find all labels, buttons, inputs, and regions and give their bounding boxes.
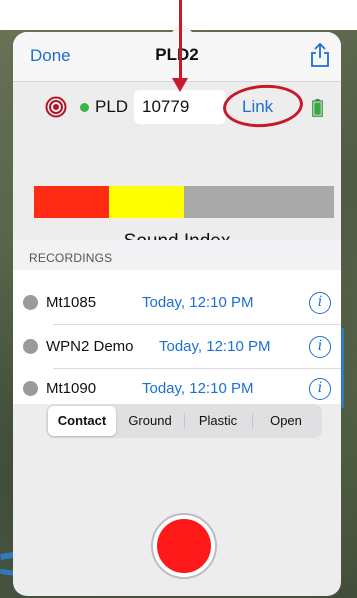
surface-segmented-control: Contact Ground Plastic Open [46, 404, 322, 438]
pld-label: PLD [95, 97, 129, 116]
sound-index-segment [184, 186, 334, 218]
target-icon [45, 96, 67, 118]
info-icon[interactable]: i [309, 292, 331, 314]
recording-status-dot [23, 381, 38, 396]
battery-icon [312, 99, 323, 117]
record-button[interactable] [151, 513, 217, 579]
segment-ground[interactable]: Ground [116, 406, 184, 436]
record-icon [157, 519, 211, 573]
recording-time: Today, 12:10 PM [142, 294, 254, 311]
recording-name: Mt1085 [46, 294, 97, 311]
list-item[interactable]: WPN2 Demo Today, 12:10 PM i [13, 325, 341, 369]
segment-plastic[interactable]: Plastic [184, 406, 252, 436]
segment-open[interactable]: Open [252, 406, 320, 436]
link-button[interactable]: Link [242, 97, 273, 117]
annotation-arrow-head [172, 78, 188, 92]
share-icon[interactable] [309, 42, 331, 68]
pld-popover: Done PLD2 PLD Link Sound Index RECORDING… [13, 32, 341, 596]
recording-time: Today, 12:10 PM [159, 338, 271, 355]
recording-name: Mt1090 [46, 380, 97, 397]
status-dot [80, 103, 89, 112]
sound-index-bar [34, 186, 334, 218]
pld-id-input[interactable] [134, 90, 226, 124]
sound-index-segment [109, 186, 184, 218]
list-item[interactable]: Mt1085 Today, 12:10 PM i [13, 281, 341, 325]
info-icon[interactable]: i [309, 336, 331, 358]
recording-name: WPN2 Demo [46, 338, 134, 355]
sound-index-segment [34, 186, 109, 218]
recordings-header: RECORDINGS [13, 240, 341, 270]
recordings-list: RECORDINGS Mt1085 Today, 12:10 PM i WPN2… [13, 240, 341, 404]
recording-status-dot [23, 295, 38, 310]
info-icon[interactable]: i [309, 378, 331, 400]
segment-contact[interactable]: Contact [48, 406, 116, 436]
device-header: PLD Link Sound Index [13, 82, 341, 252]
annotation-arrow [179, 0, 182, 82]
recording-time: Today, 12:10 PM [142, 380, 254, 397]
recording-status-dot [23, 339, 38, 354]
nav-bar: Done PLD2 [13, 32, 341, 82]
page-title: PLD2 [155, 45, 199, 64]
